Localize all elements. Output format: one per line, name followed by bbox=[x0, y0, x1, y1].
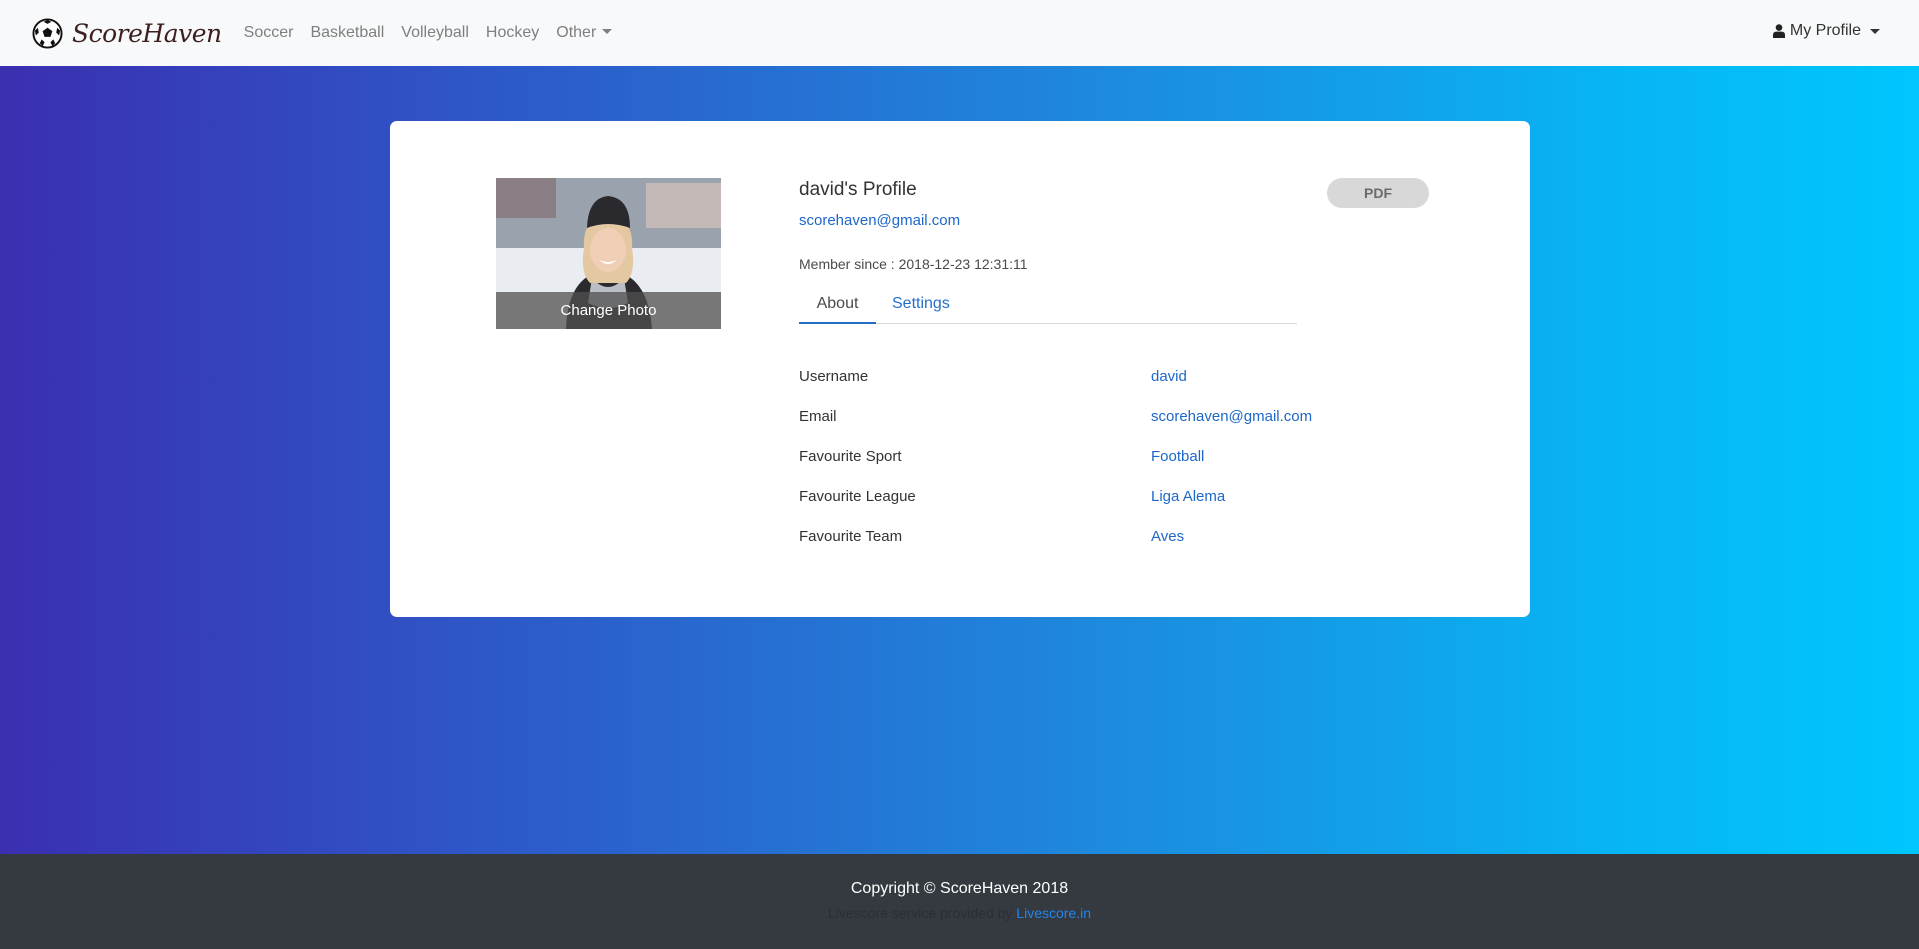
profile-card: Change Photo david's Profile scorehaven@… bbox=[390, 121, 1530, 617]
nav-basketball[interactable]: Basketball bbox=[310, 24, 384, 42]
change-photo-label: Change Photo bbox=[496, 292, 721, 329]
nav-volleyball[interactable]: Volleyball bbox=[401, 24, 469, 42]
favourite-league-value: Liga Alema bbox=[1151, 488, 1226, 505]
tab-settings[interactable]: Settings bbox=[892, 289, 950, 324]
top-navbar: ScoreHaven Soccer Basketball Volleyball … bbox=[0, 0, 1919, 66]
my-profile-label: My Profile bbox=[1789, 22, 1861, 39]
profile-photo[interactable]: Change Photo bbox=[496, 178, 721, 329]
favourite-sport-value: Football bbox=[1151, 448, 1205, 465]
email-label: Email bbox=[799, 408, 837, 425]
nav-hockey[interactable]: Hockey bbox=[486, 24, 539, 42]
footer: Copyright © ScoreHaven 2018 Livescore se… bbox=[0, 854, 1919, 949]
pdf-button[interactable]: PDF bbox=[1327, 178, 1429, 208]
soccer-ball-icon bbox=[32, 17, 63, 49]
username-value: david bbox=[1151, 368, 1187, 385]
caret-down-icon bbox=[602, 29, 613, 34]
nav-other-dropdown[interactable]: Other bbox=[556, 24, 613, 42]
caret-down-icon bbox=[1870, 28, 1880, 34]
favourite-team-value: Aves bbox=[1151, 528, 1185, 545]
livescore-link[interactable]: Livescore.in bbox=[1016, 905, 1091, 921]
user-icon bbox=[1772, 24, 1785, 38]
favourite-sport-label: Favourite Sport bbox=[799, 448, 902, 465]
copyright-text: Copyright © ScoreHaven 2018 bbox=[850, 880, 1069, 897]
tab-about[interactable]: About bbox=[799, 289, 876, 324]
brand-name: ScoreHaven bbox=[72, 18, 222, 48]
main-content: Change Photo david's Profile scorehaven@… bbox=[0, 66, 1919, 854]
provider-line: Livescore service provided by Livescore.… bbox=[0, 905, 1919, 921]
favourite-team-label: Favourite Team bbox=[799, 528, 903, 545]
email-value: scorehaven@gmail.com bbox=[1151, 408, 1313, 425]
profile-email-link[interactable]: scorehaven@gmail.com bbox=[799, 212, 960, 229]
profile-tabs: About Settings bbox=[799, 289, 1297, 324]
nav-other-label: Other bbox=[556, 24, 597, 41]
nav-soccer[interactable]: Soccer bbox=[244, 24, 294, 42]
favourite-league-label: Favourite League bbox=[799, 488, 916, 505]
brand[interactable]: ScoreHaven bbox=[32, 17, 222, 49]
username-label: Username bbox=[799, 368, 869, 385]
my-profile-dropdown[interactable]: My Profile bbox=[1772, 22, 1880, 40]
provider-text: Livescore service provided by bbox=[827, 905, 1013, 921]
profile-title: david's Profile bbox=[799, 179, 917, 200]
member-since: Member since : 2018-12-23 12:31:11 bbox=[799, 256, 1028, 272]
